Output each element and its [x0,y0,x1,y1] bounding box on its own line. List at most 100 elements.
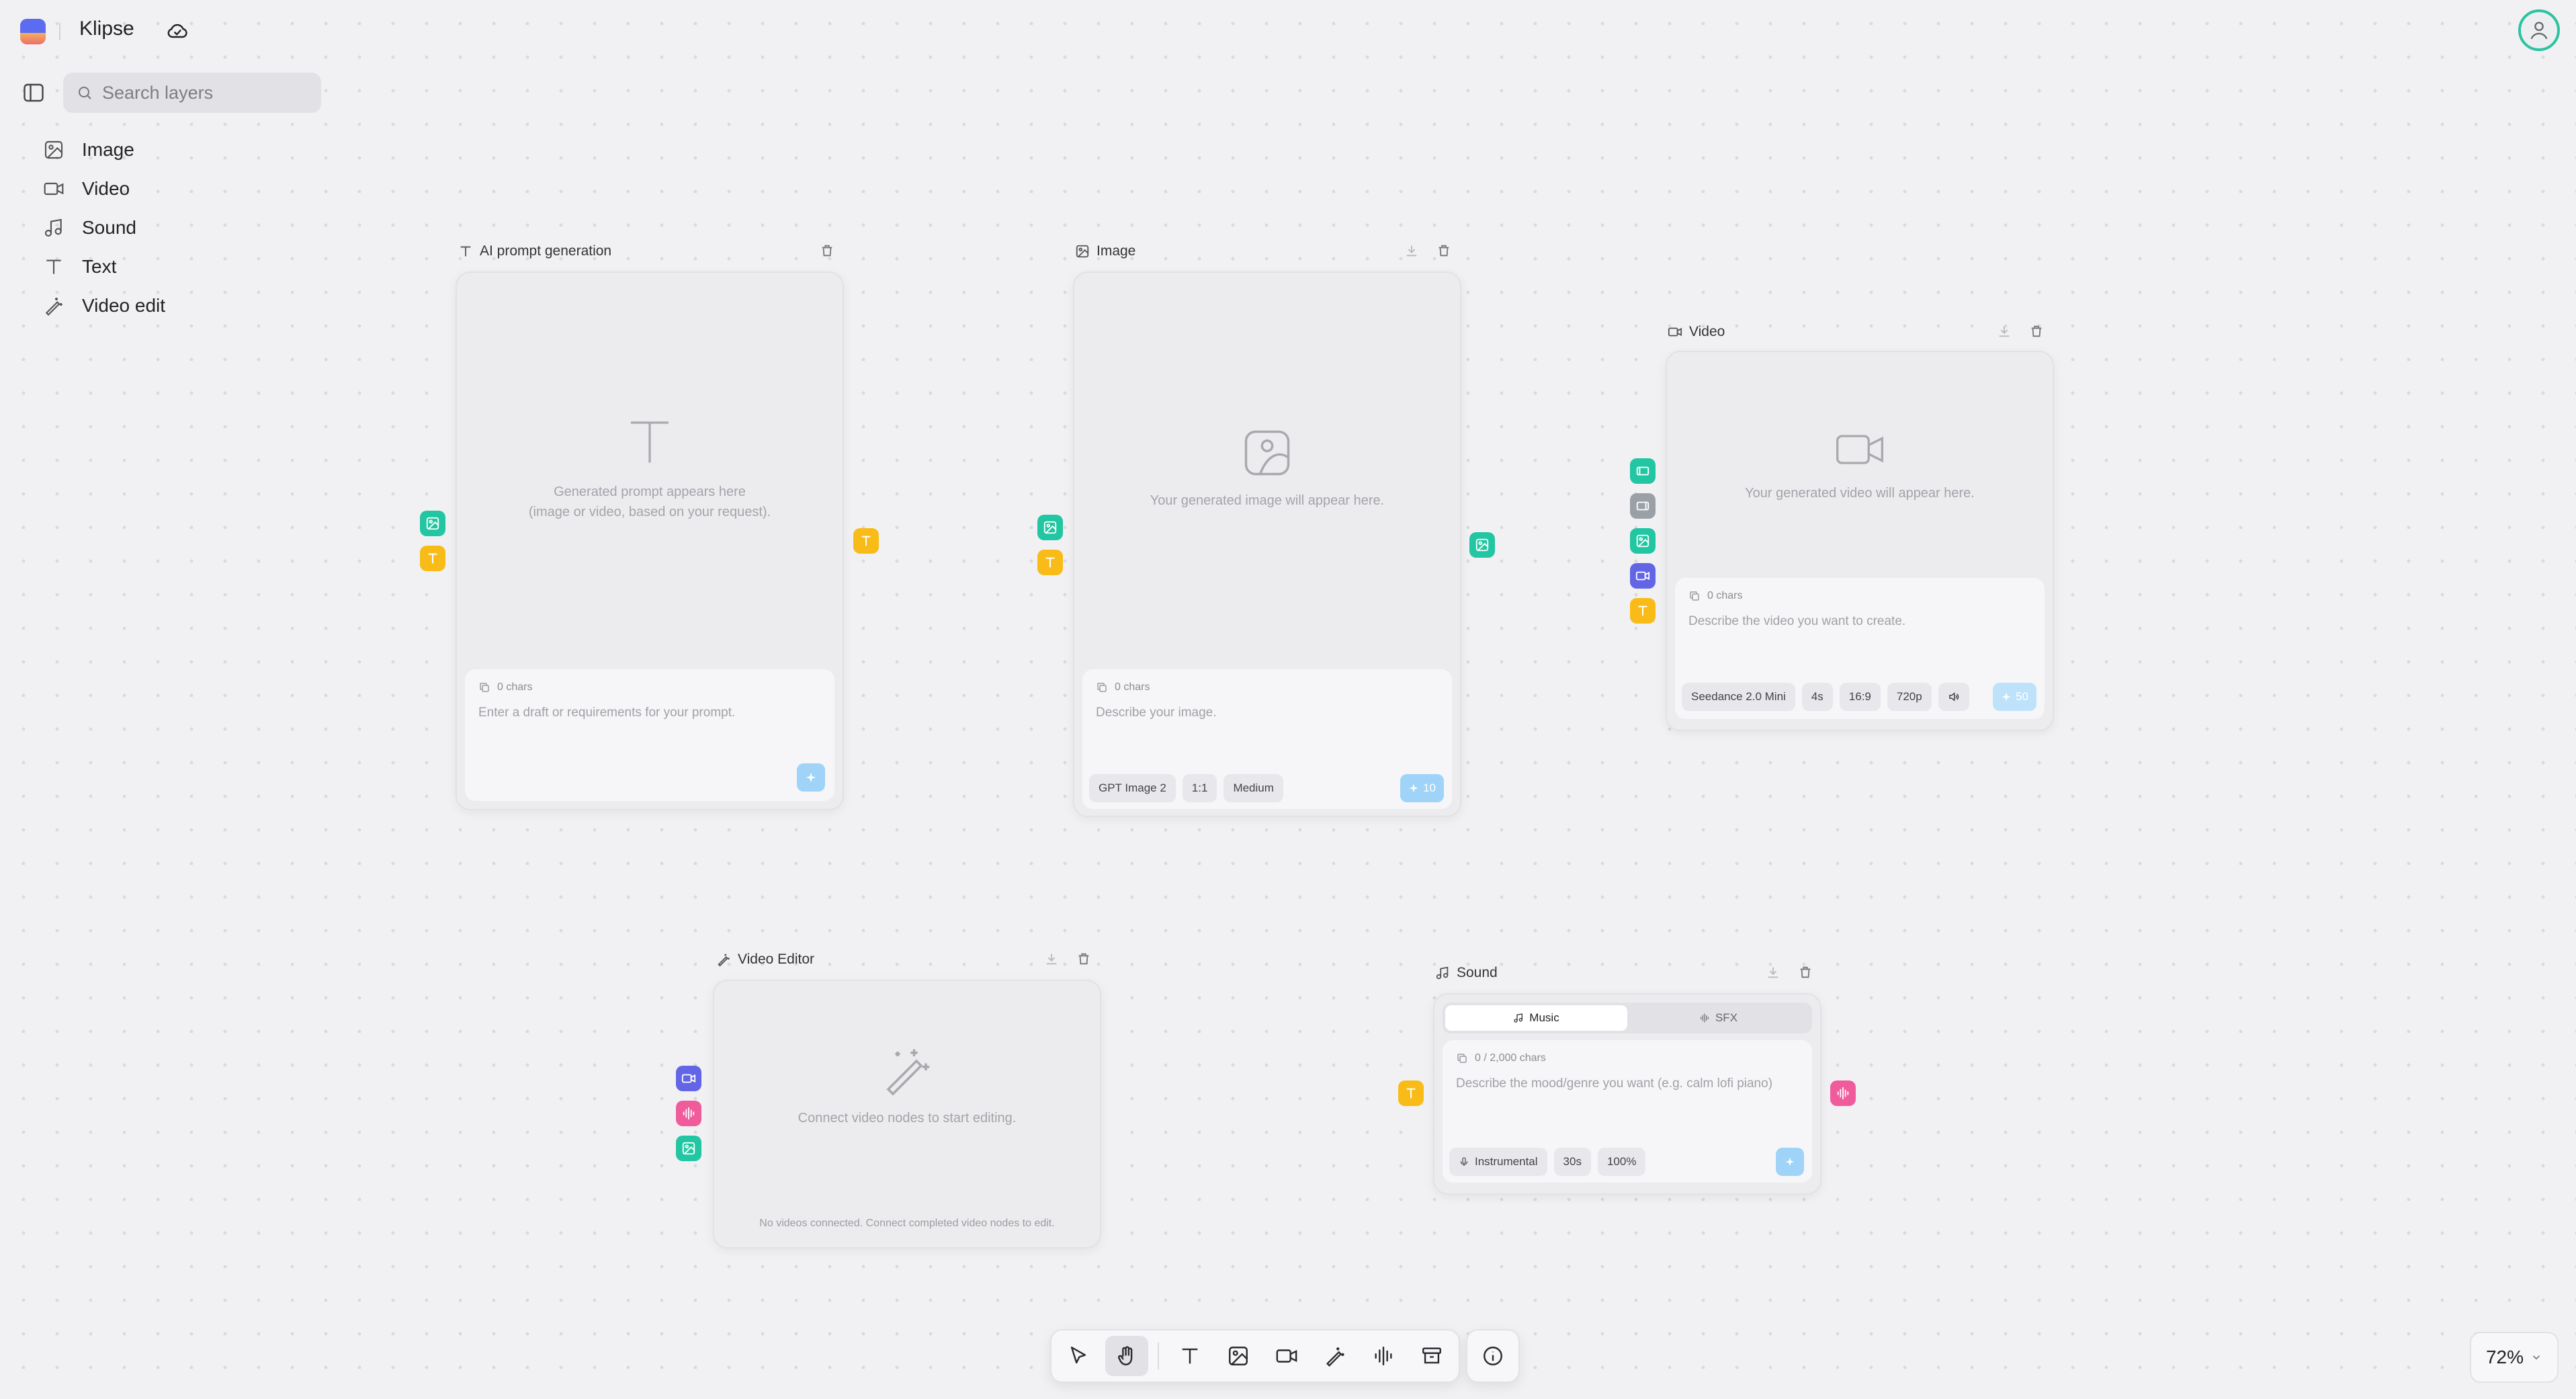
image-icon [1075,244,1090,259]
image-preview: Your generated image will appear here. [1074,273,1460,663]
text-input-port[interactable] [420,546,445,571]
resolution-select[interactable]: 720p [1887,683,1932,711]
aspect-ratio-select[interactable]: 1:1 [1182,774,1217,802]
video-editor-node[interactable]: Connect video nodes to start editing. No… [713,980,1101,1248]
char-count: 0 chars [1707,590,1743,601]
aspect-ratio-select[interactable]: 16:9 [1839,683,1881,711]
generate-button[interactable] [797,763,825,792]
select-tool[interactable] [1057,1336,1100,1376]
image-node-header[interactable]: Image [1075,243,1135,259]
image-placeholder-icon [1244,430,1290,476]
video-icon [1275,1345,1298,1367]
download-icon[interactable] [1997,324,2012,339]
add-video-edit-tool[interactable] [1314,1336,1357,1376]
video-editor-node-header[interactable]: Video Editor [716,951,814,968]
audio-output-port[interactable] [1830,1080,1856,1106]
text-input-port[interactable] [1630,598,1656,624]
layer-item-label: Video edit [82,295,166,316]
sound-node-header[interactable]: Sound [1435,965,1498,981]
model-select[interactable]: GPT Image 2 [1089,774,1176,802]
ai-prompt-node-header[interactable]: AI prompt generation [458,243,611,259]
download-icon[interactable] [1044,951,1059,966]
audio-toggle[interactable] [1938,683,1969,711]
copy-icon[interactable] [1096,681,1108,693]
trash-icon[interactable] [820,243,834,258]
sidebar-toggle-icon[interactable] [20,81,47,105]
copy-icon[interactable] [478,681,490,693]
sound-prompt-input[interactable] [1456,1076,1799,1091]
waveform-icon [1836,1086,1850,1101]
duration-select[interactable]: 30s [1553,1148,1591,1176]
layer-item-image[interactable]: Image [43,130,165,169]
search-input[interactable] [102,82,317,103]
search-icon [79,87,91,99]
ai-prompt-node[interactable]: Generated prompt appears here (image or … [456,271,844,810]
image-input-port[interactable] [676,1136,701,1161]
video-node[interactable]: Your generated video will appear here. 0… [1666,351,2054,731]
trash-icon[interactable] [1076,951,1091,966]
text-icon [631,421,669,463]
last-frame-input-port[interactable] [1630,493,1656,519]
image-input-port[interactable] [420,511,445,536]
archive-tool[interactable] [1410,1336,1453,1376]
copy-icon[interactable] [1456,1052,1468,1064]
tab-music[interactable]: Music [1445,1005,1627,1031]
layer-item-sound[interactable]: Sound [43,208,165,247]
image-output-port[interactable] [1469,532,1495,558]
model-select[interactable]: Seedance 2.0 Mini [1682,683,1795,711]
char-count: 0 chars [1115,681,1150,693]
copy-icon[interactable] [1688,590,1701,602]
quality-select[interactable]: Medium [1223,774,1283,802]
video-input-port[interactable] [1630,563,1656,589]
header-divider [59,23,60,40]
image-input-port[interactable] [1037,515,1063,540]
info-button[interactable] [1466,1329,1520,1383]
text-icon [425,551,440,566]
prompt-input[interactable] [478,706,821,720]
image-placeholder-text: Your generated image will appear here. [1150,493,1385,508]
video-prompt-input[interactable] [1688,614,2031,629]
search-box[interactable] [63,73,321,113]
generate-button[interactable] [1776,1148,1804,1176]
trash-icon[interactable] [1436,243,1451,258]
add-image-tool[interactable] [1217,1336,1260,1376]
text-icon [458,244,473,259]
hand-tool[interactable] [1105,1336,1148,1376]
user-icon [2530,22,2548,40]
trash-icon[interactable] [1798,965,1813,980]
audio-input-port[interactable] [676,1101,701,1126]
image-input-port[interactable] [1630,528,1656,554]
cloud-sync-icon[interactable] [164,19,191,43]
layer-item-video[interactable]: Video [43,169,165,208]
layer-item-video-edit[interactable]: Video edit [43,286,165,325]
char-counter: 0 / 2,000 chars [1456,1052,1799,1064]
download-icon[interactable] [1766,965,1780,980]
instrumental-toggle[interactable]: Instrumental [1449,1148,1547,1176]
text-input-port[interactable] [1037,550,1063,575]
image-prompt-input[interactable] [1096,706,1439,720]
text-output-port[interactable] [853,528,879,554]
generate-button[interactable]: 50 [1993,683,2036,711]
generate-button[interactable]: 10 [1400,774,1444,802]
first-frame-input-port[interactable] [1630,458,1656,484]
user-avatar[interactable] [2518,9,2560,51]
video-editor-node-actions [1044,951,1091,966]
layer-item-label: Text [82,256,117,277]
video-node-header[interactable]: Video [1668,324,1725,340]
duration-select[interactable]: 4s [1801,683,1833,711]
add-video-tool[interactable] [1265,1336,1308,1376]
text-input-port[interactable] [1398,1080,1424,1106]
add-text-tool[interactable] [1168,1336,1211,1376]
layer-item-text[interactable]: Text [43,247,165,286]
volume-select[interactable]: 100% [1597,1148,1646,1176]
zoom-control[interactable]: 72% [2470,1332,2559,1383]
download-icon[interactable] [1404,243,1419,258]
image-node[interactable]: Your generated image will appear here. 0… [1073,271,1461,817]
sound-node[interactable]: Music SFX 0 / 2,000 chars Instrumental 3… [1433,993,1821,1195]
app-title: Klipse [79,17,134,40]
trash-icon[interactable] [2029,324,2044,339]
microphone-icon [1460,1157,1468,1166]
add-sound-tool[interactable] [1362,1336,1405,1376]
tab-sfx[interactable]: SFX [1627,1005,1809,1031]
video-input-port[interactable] [676,1066,701,1091]
